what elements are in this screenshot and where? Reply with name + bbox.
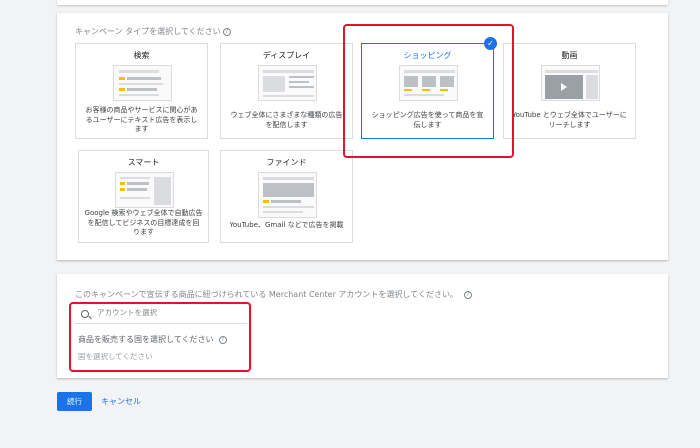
- help-icon[interactable]: ?: [222, 27, 231, 36]
- search-ad-thumbnail: [113, 65, 172, 101]
- video-ad-illustration-icon: [545, 70, 598, 99]
- tile-description: Google 検索やウェブ全体で自動広告 を配信してビジネスの目標達成を回 りま…: [84, 209, 203, 236]
- tile-title: ファインド: [266, 158, 307, 167]
- smart-ad-illustration-icon: [120, 177, 171, 205]
- campaign-tile-video[interactable]: 動画 YouTube とウェブ全体でユーザーに リーチします: [503, 43, 636, 139]
- previous-section-card: [57, 0, 668, 5]
- shopping-highlight-box: [343, 24, 514, 158]
- video-ad-thumbnail: [541, 65, 600, 101]
- help-icon[interactable]: ?: [463, 290, 472, 299]
- campaign-type-heading: キャンペーン タイプを選択してください?: [75, 26, 231, 37]
- tile-title: 検索: [133, 51, 150, 60]
- campaign-tile-display[interactable]: ディスプレイ ウェブ全体にさまざまな種類の広告 を配信します: [220, 43, 353, 139]
- continue-button[interactable]: 続行: [57, 392, 92, 411]
- smart-ad-thumbnail: [115, 172, 174, 208]
- campaign-tile-discovery[interactable]: ファインド YouTube、Gmail などで広告を掲載: [220, 150, 353, 243]
- discovery-ad-thumbnail: [258, 172, 317, 218]
- tile-description: お客様の商品やサービスに関心があ るユーザーにテキスト広告を表示し ます: [85, 106, 198, 133]
- campaign-tile-search[interactable]: 検索 お客様の商品やサービスに関心があ るユーザーにテキスト広告を表示し ます: [75, 43, 208, 139]
- tile-title: ディスプレイ: [262, 51, 311, 60]
- display-ad-illustration-icon: [263, 70, 314, 97]
- discovery-ad-illustration-icon: [263, 177, 314, 213]
- tile-description: YouTube、Gmail などで広告を掲載: [229, 221, 344, 229]
- tile-description: YouTube とウェブ全体でユーザーに リーチします: [512, 111, 627, 129]
- display-ad-thumbnail: [258, 65, 317, 101]
- search-ad-illustration-icon: [119, 70, 163, 96]
- merchant-highlight-box: [69, 302, 251, 372]
- campaign-tile-smart[interactable]: スマート Google 検索やウェブ全体で自動広告 を配信してビジネスの目標達成…: [78, 150, 209, 243]
- tile-title: スマート: [127, 158, 160, 167]
- tile-title: 動画: [561, 51, 578, 60]
- cancel-button[interactable]: キャンセル: [101, 396, 141, 407]
- merchant-center-heading: このキャンペーンで宣伝する商品に紐づけられている Merchant Center…: [75, 289, 472, 300]
- tile-description: ウェブ全体にさまざまな種類の広告 を配信します: [230, 111, 343, 129]
